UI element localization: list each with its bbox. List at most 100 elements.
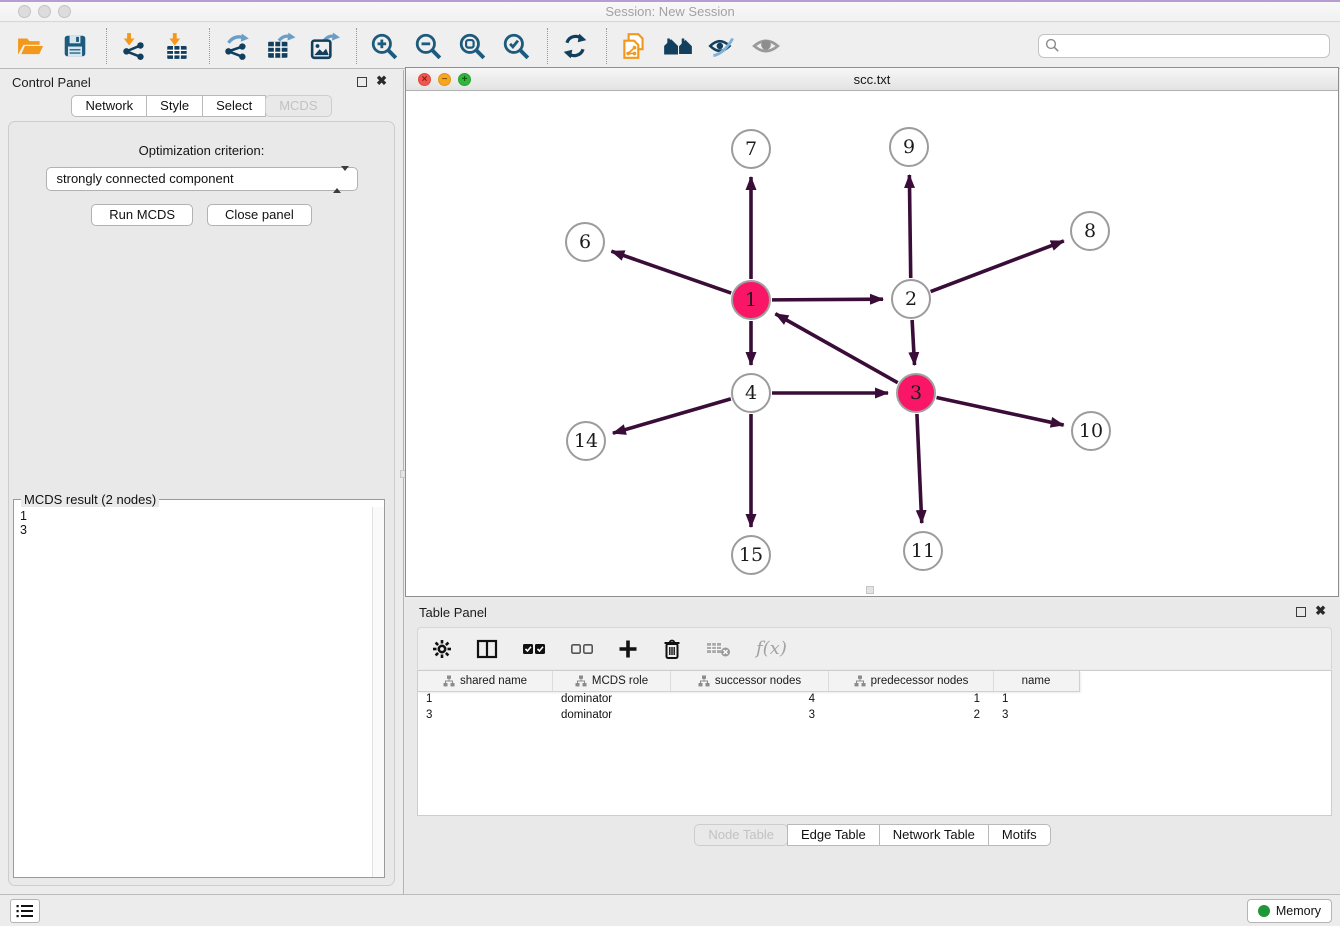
- table-cell: 3: [418, 708, 553, 724]
- zoom-out-button[interactable]: [411, 29, 445, 63]
- export-table-button[interactable]: [264, 29, 298, 63]
- tab-style[interactable]: Style: [146, 95, 203, 117]
- graph-node-10[interactable]: 10: [1071, 411, 1111, 451]
- zoom-in-button[interactable]: [367, 29, 401, 63]
- hierarchy-icon: [698, 675, 710, 687]
- graph-node-15[interactable]: 15: [731, 535, 771, 575]
- result-scrollbar[interactable]: [372, 507, 384, 877]
- save-session-button[interactable]: [58, 29, 92, 63]
- table-panel-header: Table Panel ✖: [405, 600, 1340, 625]
- graph-node-14[interactable]: 14: [566, 421, 606, 461]
- mcds-result-group: MCDS result (2 nodes) 1 3: [13, 492, 385, 878]
- control-panel-close-button[interactable]: ✖: [376, 73, 387, 89]
- graph-node-4[interactable]: 4: [731, 373, 771, 413]
- tab-select[interactable]: Select: [202, 95, 266, 117]
- zoom-fit-button[interactable]: [455, 29, 489, 63]
- task-history-button[interactable]: [10, 899, 40, 923]
- show-graphics-details-button[interactable]: [749, 29, 783, 63]
- graph-node-2[interactable]: 2: [891, 279, 931, 319]
- network-overview-button[interactable]: [661, 29, 695, 63]
- import-network-button[interactable]: [117, 29, 151, 63]
- list-icon: [16, 904, 34, 918]
- table-cell: dominator: [553, 708, 671, 724]
- new-network-from-selection-button[interactable]: [617, 29, 651, 63]
- tab-mcds[interactable]: MCDS: [265, 95, 331, 117]
- window-close-button[interactable]: [18, 5, 31, 18]
- table-settings-button[interactable]: [432, 639, 452, 659]
- graph-node-11[interactable]: 11: [903, 531, 943, 571]
- table-cell: 4: [671, 692, 829, 708]
- delete-table-button[interactable]: [706, 640, 732, 658]
- network-maximize-button[interactable]: +: [458, 73, 471, 86]
- graph-node-1[interactable]: 1: [731, 280, 771, 320]
- graph-node-8[interactable]: 8: [1070, 211, 1110, 251]
- split-columns-button[interactable]: [476, 639, 498, 659]
- graph-edge-1-6[interactable]: [611, 251, 731, 293]
- zoom-fit-icon: [458, 32, 486, 60]
- graph-node-3[interactable]: 3: [896, 373, 936, 413]
- zoom-selected-button[interactable]: [499, 29, 533, 63]
- open-session-button[interactable]: [14, 29, 48, 63]
- tab-network[interactable]: Network: [71, 95, 147, 117]
- control-panel-float-button[interactable]: [357, 77, 367, 87]
- network-minimize-button[interactable]: −: [438, 73, 451, 86]
- search-input[interactable]: [1038, 34, 1330, 58]
- save-icon: [62, 33, 88, 59]
- graph-edge-3-1[interactable]: [775, 314, 897, 383]
- apply-layout-button[interactable]: [558, 29, 592, 63]
- select-all-columns-button[interactable]: [522, 642, 546, 656]
- zoom-out-icon: [414, 32, 442, 60]
- function-builder-button[interactable]: f(x): [756, 638, 787, 659]
- checked-boxes-icon: [522, 642, 546, 656]
- column-header-successor-nodes[interactable]: successor nodes: [671, 671, 829, 691]
- tab-motifs[interactable]: Motifs: [988, 824, 1051, 846]
- table-panel-float-button[interactable]: [1296, 607, 1306, 617]
- graph-edge-3-11[interactable]: [917, 414, 922, 523]
- graph-node-9[interactable]: 9: [889, 127, 929, 167]
- column-header-predecessor-nodes[interactable]: predecessor nodes: [829, 671, 994, 691]
- right-column: × − + scc.txt 7 9 6 8 1 2 4 3 14 10 15 11: [405, 70, 1340, 894]
- graph-edge-4-14[interactable]: [613, 399, 731, 433]
- graph-edge-2-9[interactable]: [909, 175, 910, 278]
- toolbar-separator: [356, 28, 357, 64]
- table-cell: 3: [994, 708, 1078, 724]
- graph-edge-1-2[interactable]: [772, 299, 883, 300]
- tab-edge-table[interactable]: Edge Table: [787, 824, 880, 846]
- mcds-result-text[interactable]: 1 3: [14, 507, 372, 877]
- hide-graphics-details-button[interactable]: [705, 29, 739, 63]
- window-titlebar: Session: New Session: [0, 2, 1340, 22]
- table-panel-title: Table Panel: [419, 605, 487, 620]
- hierarchy-icon: [854, 675, 866, 687]
- graph-edge-2-8[interactable]: [931, 241, 1064, 292]
- export-network-button[interactable]: [220, 29, 254, 63]
- node-table-header: shared nameMCDS rolesuccessor nodesprede…: [418, 671, 1080, 692]
- graph-node-6[interactable]: 6: [565, 222, 605, 262]
- network-window-titlebar: × − + scc.txt: [406, 68, 1338, 91]
- memory-button[interactable]: Memory: [1247, 899, 1332, 923]
- run-mcds-button[interactable]: Run MCDS: [91, 204, 193, 226]
- add-column-button[interactable]: [618, 639, 638, 659]
- delete-column-button[interactable]: [662, 638, 682, 660]
- table-row[interactable]: 1dominator411: [418, 692, 1331, 708]
- deselect-all-columns-button[interactable]: [570, 642, 594, 656]
- table-row[interactable]: 3dominator323: [418, 708, 1331, 724]
- column-header-shared-name[interactable]: shared name: [418, 671, 553, 691]
- column-header-name[interactable]: name: [994, 671, 1078, 691]
- optimization-criterion-select[interactable]: strongly connected component: [46, 167, 358, 191]
- tab-node-table[interactable]: Node Table: [694, 824, 788, 846]
- network-close-button[interactable]: ×: [418, 73, 431, 86]
- control-panel-title: Control Panel: [12, 75, 91, 90]
- close-panel-button[interactable]: Close panel: [207, 204, 312, 226]
- graph-node-7[interactable]: 7: [731, 129, 771, 169]
- table-panel-close-button[interactable]: ✖: [1315, 603, 1326, 619]
- network-canvas[interactable]: 7 9 6 8 1 2 4 3 14 10 15 11: [406, 91, 1338, 595]
- tab-network-table[interactable]: Network Table: [879, 824, 989, 846]
- column-header-MCDS-role[interactable]: MCDS role: [553, 671, 671, 691]
- canvas-resize-handle[interactable]: [866, 586, 874, 594]
- window-zoom-button[interactable]: [58, 5, 71, 18]
- graph-edge-3-10[interactable]: [937, 397, 1064, 425]
- import-table-button[interactable]: [161, 29, 195, 63]
- window-minimize-button[interactable]: [38, 5, 51, 18]
- graph-edge-2-3[interactable]: [912, 320, 914, 365]
- export-image-button[interactable]: [308, 29, 342, 63]
